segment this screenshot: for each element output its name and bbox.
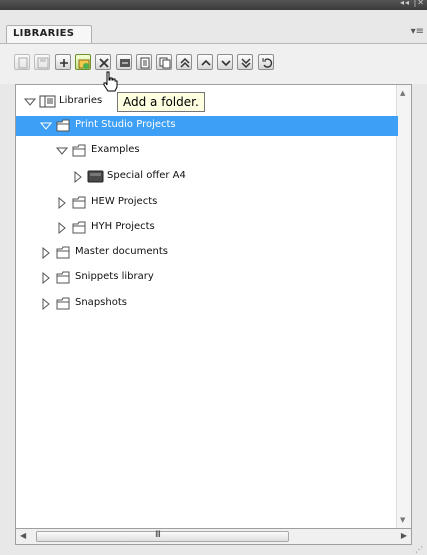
collapsed-arrow-icon[interactable] <box>40 247 52 259</box>
refresh-button[interactable] <box>257 54 274 70</box>
scroll-down-icon[interactable]: ▼ <box>400 516 405 524</box>
scroll-left-icon[interactable]: ◀ <box>20 531 26 540</box>
tree-item[interactable]: Snippets library <box>16 268 398 288</box>
expanded-arrow-icon[interactable] <box>56 145 68 157</box>
delete-icon <box>99 58 109 68</box>
collapsed-arrow-icon[interactable] <box>40 298 52 310</box>
folder-icon <box>56 297 70 310</box>
new-library-icon <box>18 57 28 69</box>
move-down-icon <box>221 60 231 67</box>
folder-icon <box>56 271 70 284</box>
tab-libraries[interactable]: LIBRARIES <box>6 25 92 43</box>
collapsed-arrow-icon[interactable] <box>56 197 68 209</box>
collapse-panel-icon[interactable]: ◂◂ <box>400 0 410 7</box>
folder-icon <box>72 144 86 157</box>
folder-icon <box>72 221 86 234</box>
collapsed-arrow-icon[interactable] <box>40 272 52 284</box>
panel-footer: ⋰ <box>0 545 427 555</box>
folder-icon <box>56 119 70 132</box>
scroll-up-icon[interactable]: ▲ <box>400 89 405 97</box>
copy-button[interactable] <box>156 54 173 70</box>
vertical-scrollbar[interactable]: ▲ ▼ <box>396 85 411 528</box>
library-tree[interactable]: ▲ ▼ Libraries Print Studio Projects Exampl… <box>15 84 412 529</box>
properties-button[interactable] <box>135 54 152 70</box>
expand-all-button[interactable] <box>237 54 254 70</box>
move-up-icon <box>201 59 211 66</box>
scroll-thumb[interactable]: III <box>36 530 289 542</box>
refresh-icon <box>262 58 272 68</box>
expand-all-icon <box>241 58 251 69</box>
add-folder-button[interactable] <box>74 54 91 70</box>
tree-item-label: HYH Projects <box>91 221 155 232</box>
tree-item[interactable]: Libraries <box>16 92 398 112</box>
properties-icon <box>140 57 150 69</box>
tooltip: Add a folder. <box>117 92 205 112</box>
library-root-icon <box>39 95 56 108</box>
hand-cursor-icon <box>103 71 118 92</box>
tree-item-label: Snippets library <box>75 271 154 282</box>
horizontal-scrollbar[interactable]: ◀ III ▶ <box>15 529 412 545</box>
tree-item-label: Master documents <box>75 246 168 257</box>
panel-tab-strip: LIBRARIES ▾≡ <box>0 10 427 44</box>
expanded-arrow-icon[interactable] <box>24 96 36 108</box>
move-up-button[interactable] <box>196 54 213 70</box>
panel-title-bar: ◂◂ |✕ <box>0 0 427 10</box>
tree-item-label: Print Studio Projects <box>75 119 176 130</box>
panel-controls[interactable]: ◂◂ |✕ <box>400 0 425 7</box>
tree-item-label: Snapshots <box>75 297 127 308</box>
collapse-all-icon <box>180 57 190 68</box>
tree-item-label: Libraries <box>59 95 103 106</box>
scroll-grip: III <box>155 530 161 540</box>
folder-icon <box>56 246 70 259</box>
library-toolbar <box>0 44 427 84</box>
collapsed-arrow-icon[interactable] <box>56 222 68 234</box>
rename-button[interactable] <box>115 54 132 70</box>
folder-icon <box>72 196 86 209</box>
tree-item[interactable]: HEW Projects <box>16 193 398 213</box>
delete-button[interactable] <box>95 54 112 70</box>
tree-item[interactable]: Master documents <box>16 243 398 263</box>
scroll-right-icon[interactable]: ▶ <box>401 531 407 540</box>
tree-item[interactable]: Snapshots <box>16 294 398 314</box>
resize-grip-icon[interactable]: ⋰ <box>415 545 427 555</box>
collapse-all-button[interactable] <box>176 54 193 70</box>
tree-item-label: Examples <box>91 144 140 155</box>
panel-menu-icon[interactable]: ▾≡ <box>411 26 424 37</box>
collapsed-arrow-icon[interactable] <box>72 171 84 183</box>
document-icon <box>87 170 104 183</box>
add-icon <box>59 59 68 67</box>
move-down-button[interactable] <box>217 54 233 70</box>
new-library-button[interactable] <box>14 54 30 70</box>
tree-item-label: HEW Projects <box>91 196 158 207</box>
tree-item[interactable]: HYH Projects <box>16 218 398 238</box>
tree-item-label: Special offer A4 <box>107 170 186 181</box>
add-button[interactable] <box>54 54 71 70</box>
close-panel-icon[interactable]: |✕ <box>414 0 425 7</box>
tab-libraries-label: LIBRARIES <box>13 28 75 39</box>
rename-icon <box>119 59 130 67</box>
tree-item[interactable]: Special offer A4 <box>16 167 398 187</box>
copy-icon <box>159 57 171 69</box>
save-icon <box>37 57 49 69</box>
add-folder-icon <box>78 59 90 69</box>
save-button[interactable] <box>34 54 51 70</box>
expanded-arrow-icon[interactable] <box>40 120 52 132</box>
tree-item[interactable]: Print Studio Projects <box>16 116 398 136</box>
tree-item[interactable]: Examples <box>16 141 398 161</box>
